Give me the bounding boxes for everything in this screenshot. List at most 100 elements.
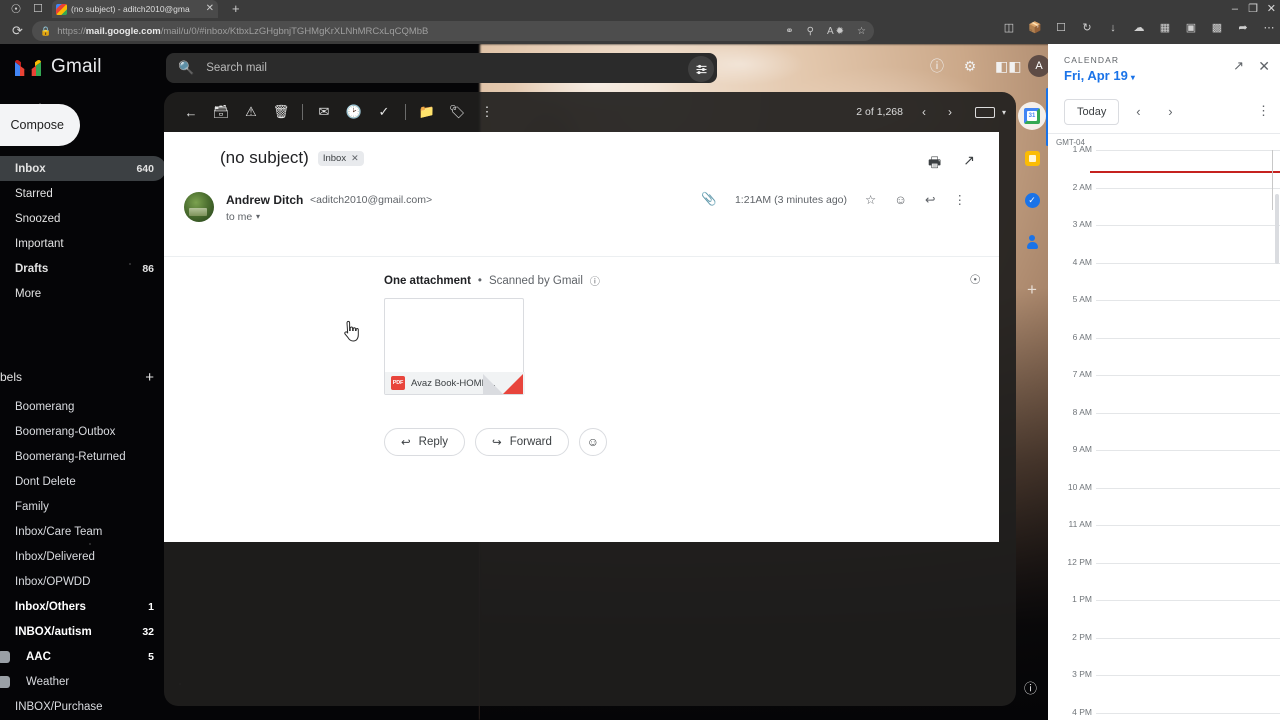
label-item-inbox-autism[interactable]: INBOX/autism 32 bbox=[0, 619, 166, 644]
pager-next-button[interactable]: › bbox=[939, 105, 961, 119]
calendar-next-button[interactable]: › bbox=[1157, 99, 1183, 125]
reply-button[interactable]: ↩ Reply bbox=[384, 428, 466, 456]
move-to-icon[interactable]: 📁 bbox=[412, 97, 442, 127]
star-icon[interactable]: ☆ bbox=[865, 192, 876, 207]
read-aloud-icon[interactable]: A ✹ bbox=[827, 26, 844, 37]
avatar[interactable]: A bbox=[1028, 55, 1050, 77]
calendar-scrollbar[interactable] bbox=[1275, 194, 1279, 264]
sidebar-item-starred[interactable]: Starred bbox=[0, 181, 166, 206]
google-tasks-icon[interactable]: ✓ bbox=[1018, 186, 1046, 214]
downloads-icon[interactable]: ↓ bbox=[1106, 22, 1120, 34]
snooze-icon[interactable]: 🕑 bbox=[339, 97, 369, 127]
calendar-prev-button[interactable]: ‹ bbox=[1125, 99, 1151, 125]
search-input[interactable]: 🔍 Search mail bbox=[166, 53, 717, 83]
compose-button[interactable]: Compose bbox=[0, 104, 80, 146]
reply-arrow-icon[interactable]: ↩ bbox=[925, 192, 935, 207]
label-item-inbox-care-team[interactable]: Inbox/Care Team bbox=[0, 519, 166, 544]
help-icon[interactable]: ⓘ bbox=[929, 56, 945, 76]
new-tab-button[interactable]: + bbox=[232, 2, 240, 16]
label-item-inbox-delivered[interactable]: Inbox/Delivered bbox=[0, 544, 166, 569]
attachment-card[interactable]: PDF Avaz Book-HOME... bbox=[384, 298, 525, 395]
search-options-icon[interactable] bbox=[688, 56, 714, 82]
reading-view-icon[interactable]: ⚭ bbox=[785, 26, 793, 37]
report-spam-icon[interactable]: ⚠ bbox=[236, 97, 266, 127]
browser-essentials-icon[interactable]: ☐ bbox=[1054, 21, 1068, 34]
calendar-hour-grid[interactable]: 1 AM 2 AM 3 AM 4 AM 5 AM 6 AM 7 AM 8 AM 9 AM 10 A… bbox=[1048, 144, 1280, 720]
label-item-inbox-purchase[interactable]: INBOX/Purchase bbox=[0, 694, 166, 719]
more-options-icon[interactable]: ⋮ bbox=[954, 192, 967, 207]
google-contacts-icon[interactable] bbox=[1018, 228, 1046, 256]
chevron-down-icon[interactable]: ▾ bbox=[1002, 108, 1006, 117]
window-maximize-button[interactable]: ❐ bbox=[1248, 2, 1258, 16]
gmail-label-list: Boomerang Boomerang-Outbox Boomerang-Retur… bbox=[0, 394, 166, 720]
collections-icon[interactable]: 📦 bbox=[1028, 21, 1042, 34]
label-item-weather[interactable]: Weather bbox=[0, 669, 166, 694]
label-item-boomerang-outbox[interactable]: Boomerang-Outbox bbox=[0, 419, 166, 444]
sidebar-item-more[interactable]: More bbox=[0, 281, 166, 306]
today-button[interactable]: Today bbox=[1064, 98, 1120, 125]
message-card-tools: 🖶 ↗ bbox=[928, 152, 975, 176]
add-reaction-button[interactable]: ☺ bbox=[578, 428, 607, 456]
label-item-boomerang-returned[interactable]: Boomerang-Returned bbox=[0, 444, 166, 469]
delete-icon[interactable]: 🗑 bbox=[266, 97, 296, 127]
settings-more-icon[interactable]: ⋯ bbox=[1262, 21, 1276, 34]
copilot-icon[interactable]: ☁ bbox=[1132, 21, 1146, 34]
label-item-aac[interactable]: AAC 5 bbox=[0, 644, 166, 669]
add-reaction-icon[interactable]: ☺ bbox=[894, 193, 907, 207]
archive-icon[interactable]: 🗃 bbox=[206, 97, 236, 127]
forward-button[interactable]: ↪ Forward bbox=[475, 428, 569, 456]
add-addon-button[interactable]: + bbox=[1027, 280, 1037, 300]
pager-prev-button[interactable]: ‹ bbox=[913, 105, 935, 119]
add-to-drive-icon[interactable]: ☉ bbox=[969, 272, 981, 288]
google-calendar-icon[interactable]: 31 bbox=[1018, 102, 1046, 130]
sidebar-item-inbox[interactable]: Inbox 640 bbox=[0, 156, 166, 181]
chevron-down-icon[interactable]: ▾ bbox=[256, 212, 260, 221]
sidebar-item-snoozed[interactable]: Snoozed bbox=[0, 206, 166, 231]
zoom-icon[interactable]: ⚲ bbox=[807, 26, 814, 37]
sidebar-item-drafts[interactable]: Drafts 86 bbox=[0, 256, 166, 281]
open-in-new-window-icon[interactable]: ↗ bbox=[963, 152, 975, 176]
browser-tab[interactable]: (no subject) - aditch2010@gma ✕ bbox=[52, 0, 218, 18]
calendar-hour-row[interactable]: 4 PM bbox=[1048, 707, 1280, 720]
window-minimize-button[interactable]: – bbox=[1232, 2, 1238, 16]
split-screen-icon[interactable]: ◫ bbox=[1002, 21, 1016, 34]
status-badge[interactable]: Inbox ✕ bbox=[317, 150, 364, 166]
mark-unread-icon[interactable]: ✉ bbox=[309, 97, 339, 127]
add-to-tasks-icon[interactable]: ✓ bbox=[369, 97, 399, 127]
google-apps-grid-icon[interactable]: ◧◧ bbox=[995, 58, 1021, 75]
sidebar-item-important[interactable]: Important bbox=[0, 231, 166, 256]
print-icon[interactable]: 🖶 bbox=[928, 152, 941, 176]
share-icon[interactable]: ➦ bbox=[1236, 21, 1250, 34]
more-options-icon[interactable]: ⋮ bbox=[472, 97, 502, 127]
label-item-family[interactable]: Family bbox=[0, 494, 166, 519]
favorite-star-icon[interactable]: ☆ bbox=[857, 26, 866, 37]
label-item-dont-delete[interactable]: Dont Delete bbox=[0, 469, 166, 494]
google-keep-icon[interactable] bbox=[1018, 144, 1046, 172]
tab-actions-icon[interactable]: ☉ bbox=[8, 2, 24, 16]
calendar-date-selector[interactable]: Fri, Apr 19 ▾ bbox=[1064, 68, 1135, 83]
window-close-button[interactable]: ✕ bbox=[1267, 2, 1276, 16]
address-bar[interactable]: 🔒 https://mail.google.com/mail/u/0/#inbo… bbox=[32, 21, 874, 41]
label-item-boomerang[interactable]: Boomerang bbox=[0, 394, 166, 419]
add-label-button[interactable]: + bbox=[145, 369, 154, 386]
reload-icon[interactable]: ⟳ bbox=[12, 23, 23, 39]
close-icon[interactable]: ✕ bbox=[206, 4, 214, 14]
close-icon[interactable]: ✕ bbox=[1258, 58, 1270, 75]
gmail-logo[interactable]: Gmail bbox=[14, 56, 102, 78]
info-icon[interactable]: ⓘ bbox=[590, 273, 600, 288]
more-options-icon[interactable]: ⋮ bbox=[1257, 103, 1270, 119]
settings-gear-icon[interactable]: ⚙ bbox=[962, 58, 978, 75]
labels-icon[interactable]: 🏷 bbox=[442, 97, 472, 127]
drop-icon[interactable]: ▩ bbox=[1210, 21, 1224, 34]
screenshot-icon[interactable]: ▣ bbox=[1184, 21, 1198, 34]
open-in-new-window-icon[interactable]: ↗ bbox=[1233, 58, 1244, 74]
close-icon[interactable]: ✕ bbox=[351, 153, 359, 164]
label-item-inbox-opwdd[interactable]: Inbox/OPWDD bbox=[0, 569, 166, 594]
tab-search-icon[interactable]: ☐ bbox=[30, 2, 46, 16]
label-item-inbox-others[interactable]: Inbox/Others 1 bbox=[0, 594, 166, 619]
extensions-icon[interactable]: ▦ bbox=[1158, 21, 1172, 34]
avatar[interactable] bbox=[184, 192, 214, 222]
history-icon[interactable]: ↻ bbox=[1080, 21, 1094, 34]
back-to-inbox-icon[interactable]: ← bbox=[176, 97, 206, 127]
keyboard-icon[interactable] bbox=[974, 106, 995, 118]
